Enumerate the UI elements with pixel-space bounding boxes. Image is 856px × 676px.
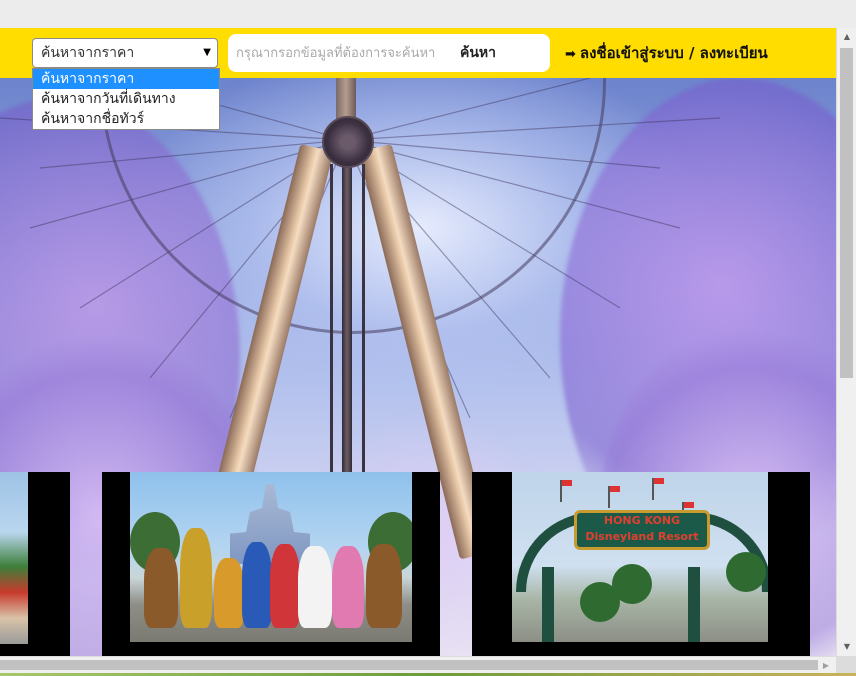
garden-photo xyxy=(0,472,28,644)
disneyland-gate-photo: HONG KONG Disneyland Resort xyxy=(512,472,768,642)
castle-shape xyxy=(230,484,310,564)
character-goofy xyxy=(180,528,212,628)
browser-top-strip xyxy=(0,0,856,29)
character-minnie xyxy=(270,544,300,628)
flag xyxy=(608,486,620,508)
search-input[interactable] xyxy=(236,40,450,66)
character-chip xyxy=(144,548,178,628)
tour-card-disney-characters[interactable] xyxy=(102,472,440,656)
flag xyxy=(560,480,572,502)
scrollbar-corner xyxy=(836,656,856,673)
wheel-hub xyxy=(322,116,374,168)
flag xyxy=(652,478,664,500)
dropdown-option-tour-name[interactable]: ค้นหาจากชื่อทัวร์ xyxy=(33,109,219,129)
search-type-select-value: ค้นหาจากราคา xyxy=(41,45,135,61)
search-button[interactable]: ค้นหา xyxy=(450,38,544,68)
scroll-down-icon[interactable]: ▼ xyxy=(837,638,856,656)
search-type-dropdown: ค้นหาจากราคา ค้นหาจากวันที่เดินทาง ค้นหา… xyxy=(32,68,220,130)
scroll-right-icon[interactable]: ▶ xyxy=(818,657,834,674)
chevron-down-icon: ▼ xyxy=(203,47,211,58)
horizontal-scroll-thumb[interactable] xyxy=(0,660,818,670)
palm-tree xyxy=(580,582,620,622)
dropdown-option-date[interactable]: ค้นหาจากวันที่เดินทาง xyxy=(33,89,219,109)
scroll-up-icon[interactable]: ▲ xyxy=(837,28,856,46)
palm-tree xyxy=(726,552,766,592)
vertical-scroll-thumb[interactable] xyxy=(840,48,853,378)
vertical-scrollbar[interactable]: ▲ ▼ xyxy=(836,28,856,656)
gate-pillar xyxy=(542,567,554,642)
dropdown-option-price[interactable]: ค้นหาจากราคา xyxy=(33,69,219,89)
gate-sign: HONG KONG Disneyland Resort xyxy=(574,510,710,550)
character-dale xyxy=(366,544,402,628)
character-pluto xyxy=(214,558,244,628)
page-viewport: HONG KONG Disneyland Resort ค้นหาจากราคา… xyxy=(0,28,836,656)
character-donald xyxy=(298,546,332,628)
gate-pillar xyxy=(688,567,700,642)
tour-card-garden[interactable] xyxy=(0,472,70,656)
character-daisy xyxy=(332,546,364,628)
disney-characters-photo xyxy=(130,472,412,642)
sign-in-icon: ➡ xyxy=(565,47,576,62)
horizontal-scrollbar[interactable]: ▶ xyxy=(0,656,836,673)
tour-card-disneyland-gate[interactable]: HONG KONG Disneyland Resort xyxy=(472,472,810,656)
character-mickey xyxy=(242,542,272,628)
search-box: ค้นหา xyxy=(228,34,550,72)
login-register-link[interactable]: ➡ ลงชื่อเข้าสู่ระบบ / ลงทะเบียน xyxy=(565,41,768,65)
search-type-select[interactable]: ค้นหาจากราคา ▼ xyxy=(32,38,218,68)
login-register-label: ลงชื่อเข้าสู่ระบบ / ลงทะเบียน xyxy=(579,44,768,62)
